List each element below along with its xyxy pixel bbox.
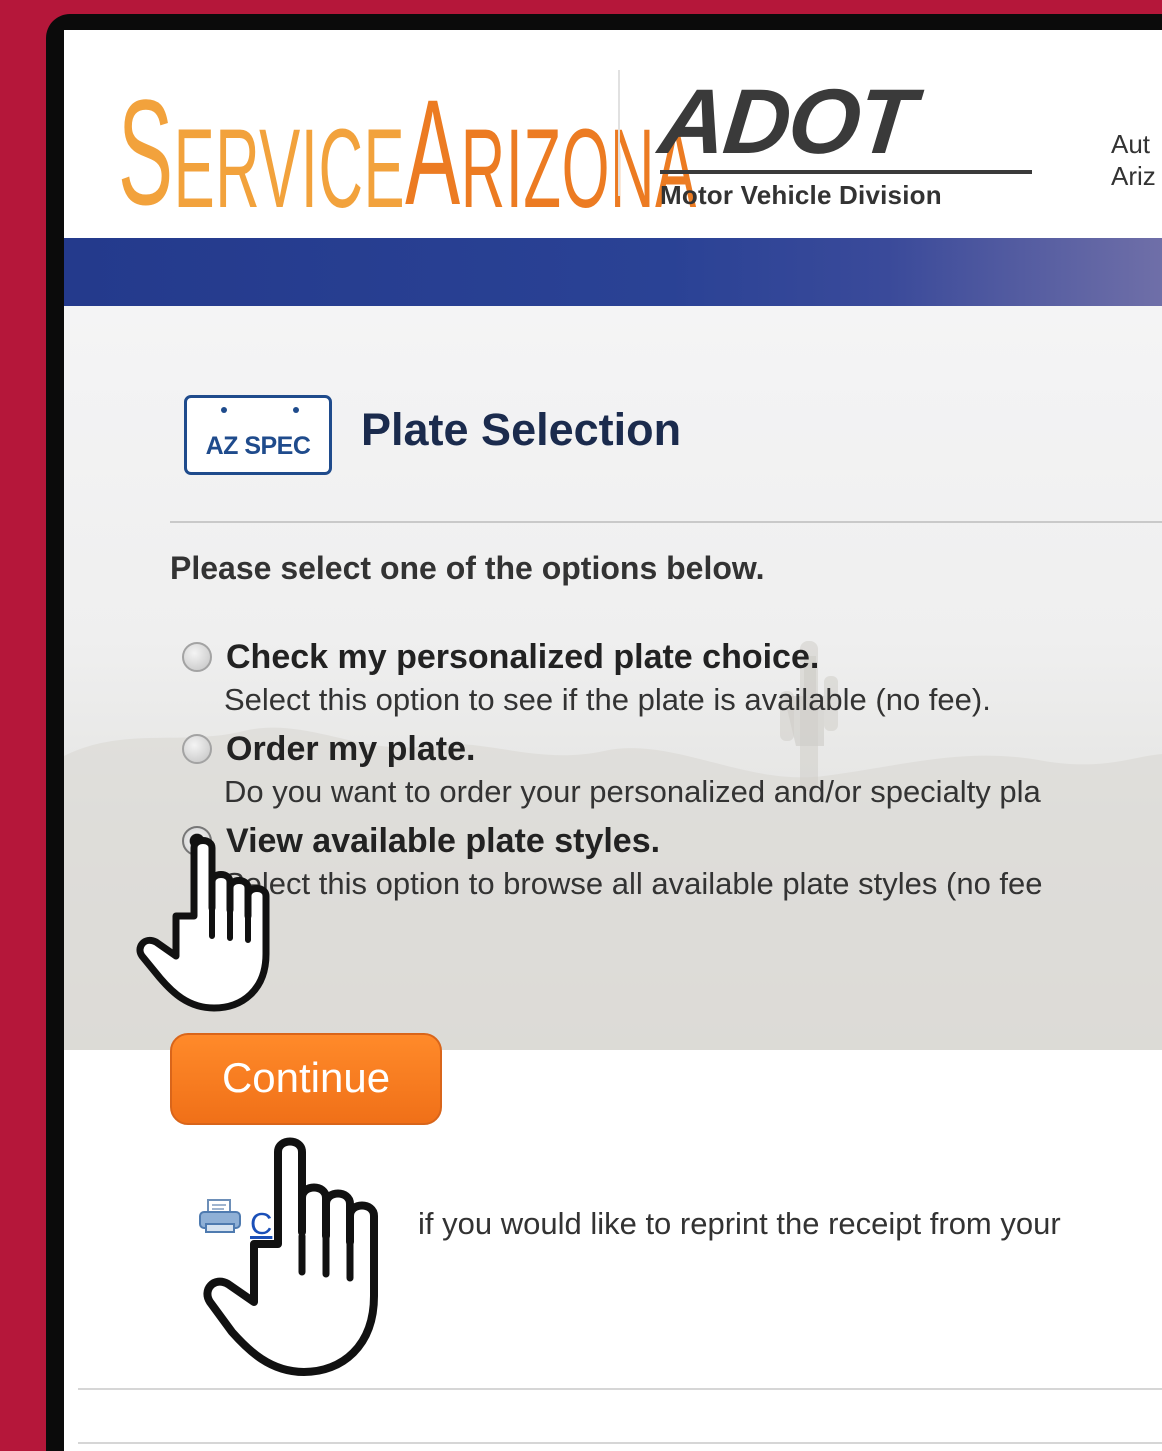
hand-pointer-icon bbox=[136, 837, 270, 1012]
site-header: S ERVICE A RIZONA ADOT Motor Vehicle Divisi… bbox=[64, 30, 1162, 238]
reprint-receipt-text: if you would like to reprint the receipt… bbox=[418, 1206, 1061, 1241]
radio-check-personalized[interactable] bbox=[182, 642, 212, 672]
adot-wordmark: ADOT bbox=[654, 71, 919, 173]
option-description: Do you want to order your personalized a… bbox=[224, 774, 1041, 809]
hand-pointer-icon bbox=[203, 1137, 378, 1376]
logo-service-rest: ERVICE bbox=[173, 106, 406, 232]
option-description: Select this option to browse all availab… bbox=[224, 866, 1043, 901]
option-label[interactable]: Check my personalized plate choice. bbox=[226, 638, 819, 677]
header-banner bbox=[64, 238, 1162, 306]
plate-icon-text: AZ SPEC bbox=[205, 432, 311, 460]
page-title: Plate Selection bbox=[361, 404, 682, 455]
instructions-text: Please select one of the options below. bbox=[170, 550, 765, 586]
title-divider bbox=[170, 521, 1162, 523]
header-authority-text: Aut Ariz bbox=[1111, 128, 1156, 192]
option-description: Select this option to see if the plate i… bbox=[224, 682, 991, 717]
logo-arizona-initial: A bbox=[405, 68, 461, 236]
footer-divider-bottom bbox=[78, 1442, 1162, 1444]
logo-service-initial: S bbox=[118, 68, 174, 236]
service-arizona-logo[interactable]: S ERVICE A RIZONA bbox=[118, 60, 697, 236]
auth-line-2: Ariz bbox=[1111, 161, 1156, 191]
logo-divider bbox=[618, 70, 620, 196]
option-label[interactable]: Order my plate. bbox=[226, 730, 475, 769]
plate-dot-left bbox=[221, 407, 227, 413]
az-spec-plate-icon: AZ SPEC bbox=[184, 395, 332, 475]
continue-button[interactable]: Continue bbox=[170, 1033, 442, 1125]
radio-order-plate[interactable] bbox=[182, 734, 212, 764]
footer-divider-top bbox=[78, 1388, 1162, 1390]
plate-dot-right bbox=[293, 407, 299, 413]
adot-subtitle: Motor Vehicle Division bbox=[660, 180, 942, 210]
auth-line-1: Aut bbox=[1111, 129, 1151, 159]
adot-logo[interactable]: ADOT Motor Vehicle Division bbox=[655, 71, 1032, 211]
